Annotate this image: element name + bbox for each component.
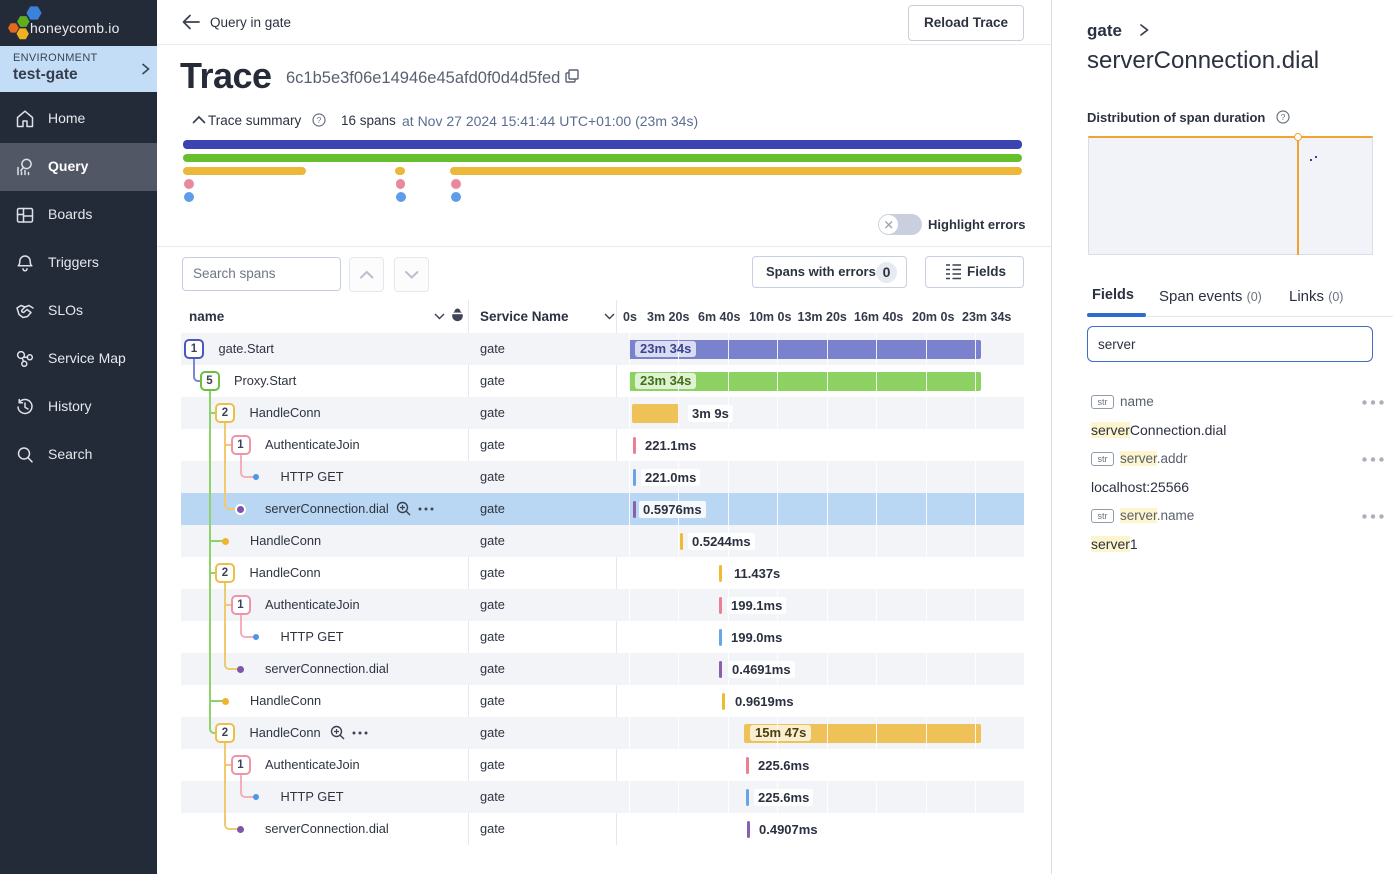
svg-text:honeycomb.io: honeycomb.io bbox=[30, 20, 120, 36]
svg-text:?: ? bbox=[1281, 112, 1286, 122]
svg-text:?: ? bbox=[317, 115, 322, 125]
